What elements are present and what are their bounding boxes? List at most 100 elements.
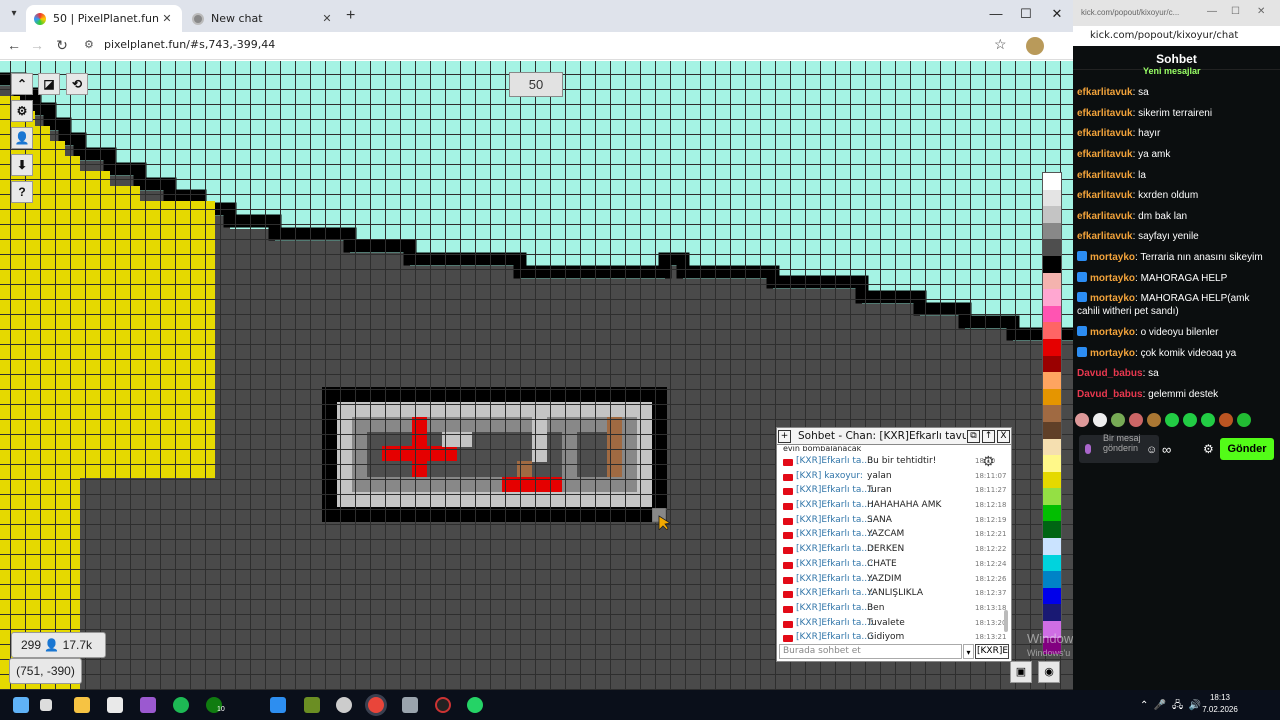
emote-icon[interactable]	[1129, 413, 1143, 427]
emote-icon[interactable]	[1165, 413, 1179, 427]
minecraft-icon[interactable]	[304, 697, 320, 713]
forward-icon[interactable]: →	[27, 37, 47, 53]
popout-icon[interactable]: ⧉	[967, 429, 980, 443]
emote-icon[interactable]	[1219, 413, 1233, 427]
palette-swatch[interactable]	[1043, 471, 1061, 489]
palette-swatch[interactable]	[1043, 421, 1061, 439]
maximize-chat-icon[interactable]: ↑	[982, 429, 995, 443]
chat-username[interactable]: [KXR]Efkarlı ta...:	[796, 632, 873, 642]
chat-username[interactable]: [KXR]Efkarlı ta...:	[796, 588, 873, 598]
kick-username[interactable]: mortayko	[1090, 252, 1135, 263]
palette-swatch[interactable]	[1043, 272, 1061, 290]
palette-swatch[interactable]	[1043, 206, 1061, 223]
chat-username[interactable]: [KXR]Efkarlı ta...:	[796, 529, 873, 539]
close-window-icon[interactable]: ✕	[1257, 6, 1265, 17]
kick-username[interactable]: mortayko	[1090, 273, 1135, 284]
emote-icon[interactable]	[1147, 413, 1161, 427]
palette-swatch[interactable]	[1043, 504, 1061, 522]
points-icon[interactable]: ∞	[1162, 442, 1171, 457]
palette-toggle-icon[interactable]: ◉	[1038, 661, 1060, 683]
palette-swatch[interactable]	[1043, 338, 1061, 356]
kick-username[interactable]: efkarlitavuk	[1077, 149, 1133, 160]
obs-icon[interactable]	[435, 697, 451, 713]
clock[interactable]: 18:13 7.02.2026	[1200, 692, 1240, 716]
palette-swatch[interactable]	[1043, 455, 1061, 472]
site-info-icon[interactable]: ⚙	[84, 38, 94, 51]
help-icon[interactable]: ?	[11, 181, 33, 203]
palette-swatch[interactable]	[1043, 587, 1061, 605]
task-view-icon[interactable]	[40, 699, 52, 711]
palette-swatch[interactable]	[1043, 355, 1061, 373]
collapse-icon[interactable]: ⌃	[11, 73, 33, 95]
tab-new-chat[interactable]: New chat ✕	[184, 5, 342, 32]
user-icon[interactable]: 👤	[11, 127, 33, 149]
minimize-icon[interactable]: —	[1207, 6, 1217, 17]
chat-username[interactable]: [KXR]Efkarlı ta...:	[796, 500, 873, 510]
palette-swatch[interactable]	[1043, 239, 1061, 256]
kick-username[interactable]: mortayko	[1090, 293, 1135, 304]
mic-icon[interactable]	[1085, 444, 1091, 454]
kick-username[interactable]: Davud_babus	[1077, 368, 1143, 379]
chat-username[interactable]: [KXR]Efkarlı ta...:	[796, 456, 873, 466]
kick-username[interactable]: mortayko	[1090, 348, 1135, 359]
tab-search-icon[interactable]: ▾	[6, 8, 22, 24]
new-tab-icon[interactable]: +	[346, 7, 355, 25]
app-icon[interactable]	[402, 697, 418, 713]
palette-swatch[interactable]	[1043, 322, 1061, 339]
chat-channel-button[interactable]: [KXR]E	[975, 644, 1009, 659]
copilot-icon[interactable]	[140, 697, 156, 713]
chat-username[interactable]: [KXR]Efkarlı ta...:	[796, 485, 873, 495]
send-button[interactable]: Gönder	[1220, 438, 1274, 460]
chat-toggle-icon[interactable]: ▣	[1010, 661, 1032, 683]
chat-dropdown-icon[interactable]: ▾	[963, 644, 974, 659]
file-explorer-icon[interactable]	[74, 697, 90, 713]
chat-username[interactable]: [KXR]Efkarlı ta...:	[796, 544, 873, 554]
settings-icon[interactable]	[336, 697, 352, 713]
kick-username[interactable]: efkarlitavuk	[1077, 211, 1133, 222]
coordinates-display[interactable]: (751, -390)	[9, 658, 82, 684]
chat-username[interactable]: [KXR] kaxoyur:	[796, 471, 863, 481]
palette-swatch[interactable]	[1043, 189, 1061, 207]
kick-username[interactable]: efkarlitavuk	[1077, 128, 1133, 139]
tab-pixelplanet[interactable]: 50 | PixelPlanet.fun ✕	[26, 5, 182, 32]
palette-swatch[interactable]	[1043, 388, 1061, 406]
palette-swatch[interactable]	[1043, 289, 1061, 306]
kick-username[interactable]: efkarlitavuk	[1077, 190, 1133, 201]
palette-swatch[interactable]	[1043, 438, 1061, 456]
kick-username[interactable]: efkarlitavuk	[1077, 108, 1133, 119]
palette-swatch[interactable]	[1043, 571, 1061, 588]
palette-swatch[interactable]	[1043, 521, 1061, 539]
canvas-select-icon[interactable]: ◪	[38, 73, 60, 95]
palette-swatch[interactable]	[1043, 604, 1061, 622]
chat-username[interactable]: [KXR]Efkarlı ta...:	[796, 574, 873, 584]
chat-settings-icon[interactable]: ⚙	[1203, 442, 1214, 456]
add-channel-icon[interactable]: +	[778, 429, 791, 443]
kick-username[interactable]: efkarlitavuk	[1077, 231, 1133, 242]
back-icon[interactable]: ←	[4, 37, 24, 53]
emoji-icon[interactable]: ☺	[1146, 444, 1157, 456]
emote-icon[interactable]	[1183, 413, 1197, 427]
settings-gear-icon[interactable]: ⚙	[11, 100, 33, 122]
chat-username[interactable]: [KXR]Efkarlı ta...:	[796, 603, 873, 613]
emote-icon[interactable]	[1201, 413, 1215, 427]
spotify-icon[interactable]	[173, 697, 189, 713]
store-icon[interactable]	[107, 697, 123, 713]
bookmark-star-icon[interactable]: ☆	[994, 36, 1007, 53]
kick-username[interactable]: mortayko	[1090, 327, 1135, 338]
reload-icon[interactable]: ↻	[52, 37, 72, 54]
maximize-icon[interactable]: ☐	[1231, 6, 1240, 17]
close-tab-icon[interactable]: ✕	[160, 12, 174, 25]
address-bar[interactable]: pixelplanet.fun/#s,743,-399,44	[104, 38, 275, 51]
profile-avatar[interactable]	[1026, 37, 1044, 55]
palette-swatch[interactable]	[1043, 554, 1061, 572]
palette-swatch[interactable]	[1043, 372, 1061, 389]
palette-swatch[interactable]	[1043, 255, 1061, 273]
history-icon[interactable]: ⟲	[66, 73, 88, 95]
palette-swatch[interactable]	[1043, 405, 1061, 422]
chat-username[interactable]: [KXR]Efkarlı ta...:	[796, 515, 873, 525]
palette-swatch[interactable]	[1043, 173, 1061, 190]
kick-username[interactable]: efkarlitavuk	[1077, 87, 1133, 98]
palette-swatch[interactable]	[1043, 305, 1061, 323]
chat-scrollbar[interactable]	[1004, 610, 1008, 632]
windows-start-icon[interactable]	[13, 697, 29, 713]
